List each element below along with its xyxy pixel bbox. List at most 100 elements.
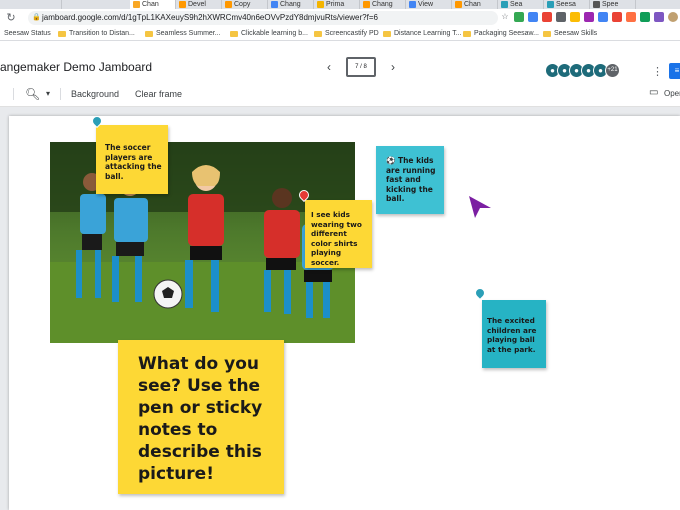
- pin-icon: [472, 285, 488, 301]
- bookmark-item[interactable]: Packaging Seesaw...: [463, 30, 539, 37]
- folder-icon: [230, 30, 238, 37]
- sticky-note-two-colors[interactable]: I see kids wearing two different color s…: [305, 200, 372, 268]
- browser-tab[interactable]: Devel: [176, 0, 222, 9]
- tab-favicon-icon: [593, 1, 600, 8]
- folder-icon: [463, 30, 471, 37]
- tab-label: Chan: [464, 1, 481, 8]
- tab-label: Sea: [510, 1, 523, 8]
- browser-tab[interactable]: Chan: [130, 0, 176, 9]
- share-button[interactable]: ≡: [669, 63, 680, 79]
- jamboard-title[interactable]: angemaker Demo Jamboard: [0, 60, 152, 74]
- frame-navigator: ‹ 7 / 8 ›: [322, 57, 400, 77]
- toolbar-divider: [13, 88, 14, 100]
- extension-icon[interactable]: [640, 12, 650, 22]
- browser-tab[interactable]: Chang: [360, 0, 406, 9]
- tab-label: Chang: [372, 1, 393, 8]
- bookmark-item[interactable]: Clickable learning b...: [230, 30, 308, 37]
- tab-favicon-icon: [317, 1, 324, 8]
- screen: Chan Devel Copy Chang Prima Chang View Chan Sea S…: [0, 0, 680, 510]
- tab-favicon-icon: [179, 1, 186, 8]
- extension-icon[interactable]: [584, 12, 594, 22]
- jamboard-frame[interactable]: The soccer players are attacking the bal…: [9, 113, 680, 510]
- sticky-note-text: The excited children are playing ball at…: [487, 316, 537, 354]
- reload-icon[interactable]: ↻: [4, 11, 18, 25]
- browser-tab[interactable]: Sea: [498, 0, 544, 9]
- bookmarks-bar: Seesaw Status Transition to Distan... Se…: [0, 27, 680, 41]
- next-frame-button[interactable]: ›: [386, 60, 400, 74]
- browser-tab[interactable]: Chang: [268, 0, 314, 9]
- extension-icon[interactable]: [654, 12, 664, 22]
- lock-icon: 🔒: [32, 14, 41, 21]
- tab-label: Prima: [326, 1, 345, 8]
- toolbar: 🔍︎ ▾ Background Clear frame ▭ Oper: [0, 83, 680, 107]
- extension-icon[interactable]: [514, 12, 524, 22]
- bookmark-item[interactable]: Seesaw Skills: [543, 30, 597, 37]
- tab-label: Chang: [280, 1, 301, 8]
- more-options-icon[interactable]: ⋮: [652, 65, 663, 78]
- tab-label: Chan: [142, 1, 159, 8]
- collaborator-avatars[interactable]: ● ● ● ● ● +21: [545, 63, 620, 78]
- browser-tab[interactable]: Prima: [314, 0, 360, 9]
- folder-icon: [383, 30, 391, 37]
- sticky-note-excited[interactable]: The excited children are playing ball at…: [482, 300, 546, 368]
- sticky-note-running[interactable]: ⚽ The kids are running fast and kicking …: [376, 146, 444, 214]
- folder-icon: [543, 30, 551, 37]
- tab-favicon-icon: [547, 1, 554, 8]
- bookmark-item[interactable]: Seesaw Status: [4, 30, 51, 37]
- browser-tab[interactable]: Chan: [452, 0, 498, 9]
- profile-avatar[interactable]: [668, 12, 678, 22]
- folder-icon: [58, 30, 66, 37]
- frame-thumbnail[interactable]: 7 / 8: [346, 57, 376, 77]
- bookmark-item[interactable]: Seamless Summer...: [145, 30, 221, 37]
- bookmark-item[interactable]: Distance Learning T...: [383, 30, 462, 37]
- open-in-app-icon[interactable]: ▭: [649, 87, 658, 98]
- toolbar-divider: [60, 88, 61, 100]
- tab-label: Seesa: [556, 1, 576, 8]
- url-text: jamboard.google.com/d/1gTpL1KAXeuyS9h2hX…: [42, 13, 378, 22]
- extension-icon[interactable]: [528, 12, 538, 22]
- extensions: ☆: [500, 12, 678, 22]
- prompt-sticky-note[interactable]: What do you see? Use the pen or sticky n…: [118, 340, 284, 494]
- tab-favicon-icon: [363, 1, 370, 8]
- soccer-ball-icon: [153, 279, 183, 309]
- open-in-app-button[interactable]: Oper: [664, 89, 680, 98]
- browser-tab[interactable]: Spee: [590, 0, 636, 9]
- browser-tab[interactable]: Copy: [222, 0, 268, 9]
- background-button[interactable]: Background: [71, 89, 119, 99]
- zoom-dropdown-icon[interactable]: ▾: [46, 89, 50, 98]
- extension-icon[interactable]: [612, 12, 622, 22]
- tab-favicon-icon: [409, 1, 416, 8]
- tab-label: Spee: [602, 1, 619, 8]
- star-icon[interactable]: ☆: [500, 12, 510, 22]
- folder-icon: [145, 30, 153, 37]
- tab-label: Copy: [234, 1, 251, 8]
- bookmark-item[interactable]: Transition to Distan...: [58, 30, 135, 37]
- extension-icon[interactable]: [542, 12, 552, 22]
- sticky-note-text: I see kids wearing two different color s…: [311, 210, 362, 267]
- sticky-note-text: ⚽ The kids are running fast and kicking …: [386, 156, 436, 203]
- browser-tab[interactable]: Seesa: [544, 0, 590, 9]
- tab-0[interactable]: [0, 0, 62, 9]
- pen-cursor-icon: [469, 196, 491, 218]
- tab-favicon-icon: [271, 1, 278, 8]
- jamboard-header: angemaker Demo Jamboard ‹ 7 / 8 › ● ● ● …: [0, 41, 680, 83]
- extension-icon[interactable]: [570, 12, 580, 22]
- extension-icon[interactable]: [626, 12, 636, 22]
- tab-list: Chan Devel Copy Chang Prima Chang View Chan Sea S…: [130, 0, 636, 9]
- zoom-icon[interactable]: 🔍︎: [25, 87, 40, 101]
- extension-icon[interactable]: [556, 12, 566, 22]
- clear-frame-button[interactable]: Clear frame: [135, 89, 182, 99]
- frame-indicator: 7 / 8: [355, 64, 367, 70]
- canvas-area: The soccer players are attacking the bal…: [0, 107, 680, 510]
- tab-label: Devel: [188, 1, 206, 8]
- tab-favicon-icon: [225, 1, 232, 8]
- prompt-text: What do you see? Use the pen or sticky n…: [138, 354, 263, 484]
- previous-frame-button[interactable]: ‹: [322, 60, 336, 74]
- sticky-note-soccer-players[interactable]: The soccer players are attacking the bal…: [96, 125, 168, 194]
- more-collaborators-badge: +21: [605, 63, 620, 78]
- browser-tab[interactable]: View: [406, 0, 452, 9]
- address-bar: ↻ 🔒 jamboard.google.com/d/1gTpL1KAXeuyS9…: [0, 9, 680, 27]
- extension-icon[interactable]: [598, 12, 608, 22]
- url-field[interactable]: 🔒 jamboard.google.com/d/1gTpL1KAXeuyS9h2…: [28, 11, 498, 25]
- bookmark-item[interactable]: Screencastify PD: [314, 30, 379, 37]
